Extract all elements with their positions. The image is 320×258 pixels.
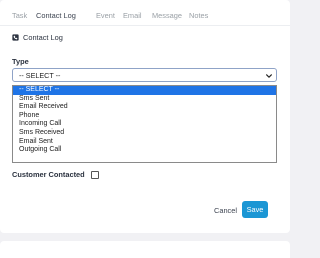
type-select-value: -- SELECT -- bbox=[19, 71, 61, 80]
chevron-down-icon bbox=[266, 74, 272, 78]
type-label: Type bbox=[12, 57, 29, 66]
tab-notes[interactable]: Notes bbox=[189, 11, 208, 20]
customer-contacted-label: Customer Contacted bbox=[12, 170, 85, 179]
dropdown-option[interactable]: Phone bbox=[13, 112, 276, 121]
dropdown-option[interactable]: Email Sent bbox=[13, 138, 276, 147]
section-title-text: Contact Log bbox=[23, 33, 63, 42]
dropdown-option[interactable]: Outgoing Call bbox=[13, 146, 276, 155]
tab-task[interactable]: Task bbox=[12, 11, 27, 20]
tab-message[interactable]: Message bbox=[152, 11, 182, 20]
tab-email[interactable]: Email bbox=[123, 11, 141, 20]
type-dropdown-list: -- SELECT -- Sms Sent Email Received Pho… bbox=[12, 85, 277, 163]
customer-contacted-row: Customer Contacted bbox=[12, 170, 99, 179]
contact-log-card: Task Contact Log Event Email Message Not… bbox=[0, 0, 290, 233]
dropdown-option[interactable]: Incoming Call bbox=[13, 120, 276, 129]
dropdown-option[interactable]: Sms Received bbox=[13, 129, 276, 138]
dropdown-option[interactable]: Email Received bbox=[13, 103, 276, 112]
tab-divider bbox=[0, 25, 290, 26]
phone-icon bbox=[12, 34, 19, 41]
dropdown-option[interactable]: -- SELECT -- bbox=[13, 86, 276, 95]
customer-contacted-checkbox[interactable] bbox=[90, 170, 99, 179]
section-title: Contact Log bbox=[12, 33, 63, 42]
save-button[interactable]: Save bbox=[242, 201, 268, 218]
type-select[interactable]: -- SELECT -- bbox=[12, 68, 277, 82]
dropdown-option[interactable]: Sms Sent bbox=[13, 95, 276, 104]
cancel-button[interactable]: Cancel bbox=[214, 206, 237, 215]
tab-contact-log[interactable]: Contact Log bbox=[36, 11, 76, 20]
next-card bbox=[0, 241, 290, 258]
tab-event[interactable]: Event bbox=[96, 11, 115, 20]
